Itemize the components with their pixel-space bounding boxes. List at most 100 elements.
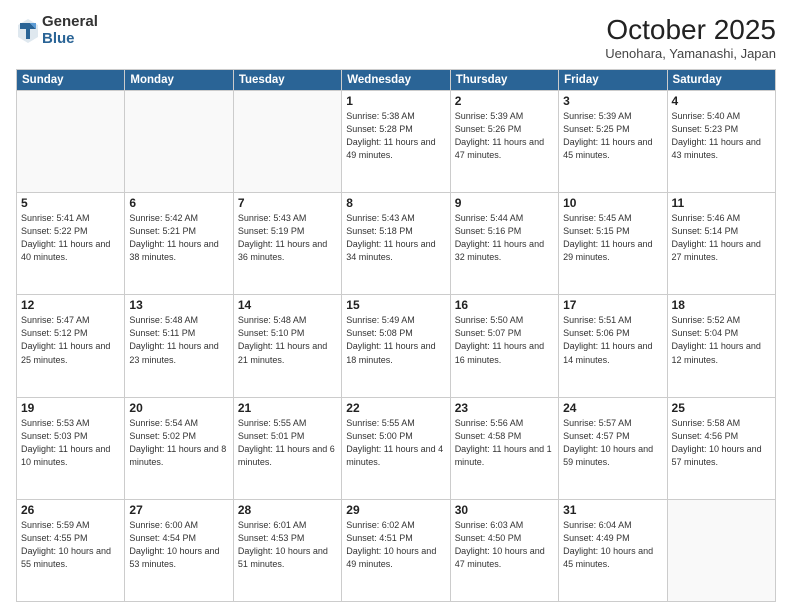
day-info: Sunrise: 5:47 AM Sunset: 5:12 PM Dayligh… — [21, 314, 120, 366]
day-number: 5 — [21, 196, 120, 210]
table-cell: 14 Sunrise: 5:48 AM Sunset: 5:10 PM Dayli… — [233, 295, 341, 397]
day-number: 27 — [129, 503, 228, 517]
table-cell: 27 Sunrise: 6:00 AM Sunset: 4:54 PM Dayli… — [125, 499, 233, 601]
header: General Blue October 2025 Uenohara, Yama… — [16, 14, 776, 61]
day-info: Sunrise: 6:04 AM Sunset: 4:49 PM Dayligh… — [563, 519, 662, 571]
day-info: Sunrise: 6:00 AM Sunset: 4:54 PM Dayligh… — [129, 519, 228, 571]
day-number: 4 — [672, 94, 771, 108]
day-number: 12 — [21, 298, 120, 312]
day-info: Sunrise: 5:55 AM Sunset: 5:00 PM Dayligh… — [346, 417, 445, 469]
header-thursday: Thursday — [450, 70, 558, 91]
day-number: 21 — [238, 401, 337, 415]
day-info: Sunrise: 5:43 AM Sunset: 5:18 PM Dayligh… — [346, 212, 445, 264]
table-cell: 9 Sunrise: 5:44 AM Sunset: 5:16 PM Daylig… — [450, 193, 558, 295]
day-number: 16 — [455, 298, 554, 312]
day-info: Sunrise: 5:58 AM Sunset: 4:56 PM Dayligh… — [672, 417, 771, 469]
day-info: Sunrise: 6:03 AM Sunset: 4:50 PM Dayligh… — [455, 519, 554, 571]
day-number: 31 — [563, 503, 662, 517]
header-wednesday: Wednesday — [342, 70, 450, 91]
day-info: Sunrise: 5:38 AM Sunset: 5:28 PM Dayligh… — [346, 110, 445, 162]
day-info: Sunrise: 5:57 AM Sunset: 4:57 PM Dayligh… — [563, 417, 662, 469]
day-number: 9 — [455, 196, 554, 210]
table-cell: 15 Sunrise: 5:49 AM Sunset: 5:08 PM Dayli… — [342, 295, 450, 397]
table-cell: 12 Sunrise: 5:47 AM Sunset: 5:12 PM Dayli… — [17, 295, 125, 397]
calendar-container: General Blue October 2025 Uenohara, Yama… — [0, 0, 792, 612]
day-number: 14 — [238, 298, 337, 312]
table-cell: 24 Sunrise: 5:57 AM Sunset: 4:57 PM Dayli… — [559, 397, 667, 499]
header-sunday: Sunday — [17, 70, 125, 91]
logo-blue-text: Blue — [42, 31, 98, 48]
day-number: 18 — [672, 298, 771, 312]
day-info: Sunrise: 5:40 AM Sunset: 5:23 PM Dayligh… — [672, 110, 771, 162]
table-cell: 2 Sunrise: 5:39 AM Sunset: 5:26 PM Daylig… — [450, 91, 558, 193]
table-cell: 26 Sunrise: 5:59 AM Sunset: 4:55 PM Dayli… — [17, 499, 125, 601]
week-row-2: 12 Sunrise: 5:47 AM Sunset: 5:12 PM Dayli… — [17, 295, 776, 397]
table-cell: 25 Sunrise: 5:58 AM Sunset: 4:56 PM Dayli… — [667, 397, 775, 499]
day-number: 30 — [455, 503, 554, 517]
logo-icon — [16, 17, 40, 45]
table-cell: 1 Sunrise: 5:38 AM Sunset: 5:28 PM Daylig… — [342, 91, 450, 193]
day-number: 1 — [346, 94, 445, 108]
logo-text: General Blue — [42, 14, 98, 47]
table-cell: 31 Sunrise: 6:04 AM Sunset: 4:49 PM Dayli… — [559, 499, 667, 601]
location: Uenohara, Yamanashi, Japan — [605, 46, 776, 61]
day-info: Sunrise: 5:59 AM Sunset: 4:55 PM Dayligh… — [21, 519, 120, 571]
day-number: 15 — [346, 298, 445, 312]
week-row-0: 1 Sunrise: 5:38 AM Sunset: 5:28 PM Daylig… — [17, 91, 776, 193]
calendar-table: Sunday Monday Tuesday Wednesday Thursday… — [16, 69, 776, 602]
table-cell: 30 Sunrise: 6:03 AM Sunset: 4:50 PM Dayli… — [450, 499, 558, 601]
week-row-3: 19Sunrise: 5:53 AM Sunset: 5:03 PM Dayli… — [17, 397, 776, 499]
day-info: Sunrise: 5:50 AM Sunset: 5:07 PM Dayligh… — [455, 314, 554, 366]
day-info: Sunrise: 5:46 AM Sunset: 5:14 PM Dayligh… — [672, 212, 771, 264]
table-cell: 5 Sunrise: 5:41 AM Sunset: 5:22 PM Daylig… — [17, 193, 125, 295]
table-cell: 13Sunrise: 5:48 AM Sunset: 5:11 PM Dayli… — [125, 295, 233, 397]
day-number: 24 — [563, 401, 662, 415]
table-cell: 8 Sunrise: 5:43 AM Sunset: 5:18 PM Daylig… — [342, 193, 450, 295]
day-number: 22 — [346, 401, 445, 415]
day-number: 23 — [455, 401, 554, 415]
logo: General Blue — [16, 14, 98, 47]
table-cell — [125, 91, 233, 193]
table-cell: 7Sunrise: 5:43 AM Sunset: 5:19 PM Daylig… — [233, 193, 341, 295]
day-info: Sunrise: 5:41 AM Sunset: 5:22 PM Dayligh… — [21, 212, 120, 264]
title-block: October 2025 Uenohara, Yamanashi, Japan — [605, 14, 776, 61]
logo-general-text: General — [42, 14, 98, 31]
day-info: Sunrise: 6:02 AM Sunset: 4:51 PM Dayligh… — [346, 519, 445, 571]
day-number: 8 — [346, 196, 445, 210]
day-number: 26 — [21, 503, 120, 517]
day-info: Sunrise: 5:48 AM Sunset: 5:10 PM Dayligh… — [238, 314, 337, 366]
table-cell: 16 Sunrise: 5:50 AM Sunset: 5:07 PM Dayli… — [450, 295, 558, 397]
table-cell — [667, 499, 775, 601]
day-info: Sunrise: 5:55 AM Sunset: 5:01 PM Dayligh… — [238, 417, 337, 469]
table-cell: 29Sunrise: 6:02 AM Sunset: 4:51 PM Dayli… — [342, 499, 450, 601]
day-number: 11 — [672, 196, 771, 210]
table-cell: 18 Sunrise: 5:52 AM Sunset: 5:04 PM Dayli… — [667, 295, 775, 397]
day-number: 17 — [563, 298, 662, 312]
table-cell: 11 Sunrise: 5:46 AM Sunset: 5:14 PM Dayli… — [667, 193, 775, 295]
table-cell — [17, 91, 125, 193]
day-info: Sunrise: 5:45 AM Sunset: 5:15 PM Dayligh… — [563, 212, 662, 264]
week-row-1: 5 Sunrise: 5:41 AM Sunset: 5:22 PM Daylig… — [17, 193, 776, 295]
day-number: 2 — [455, 94, 554, 108]
day-number: 19 — [21, 401, 120, 415]
day-number: 25 — [672, 401, 771, 415]
day-info: Sunrise: 5:44 AM Sunset: 5:16 PM Dayligh… — [455, 212, 554, 264]
day-info: Sunrise: 5:56 AM Sunset: 4:58 PM Dayligh… — [455, 417, 554, 469]
table-cell: 23 Sunrise: 5:56 AM Sunset: 4:58 PM Dayli… — [450, 397, 558, 499]
weekday-header-row: Sunday Monday Tuesday Wednesday Thursday… — [17, 70, 776, 91]
header-friday: Friday — [559, 70, 667, 91]
header-monday: Monday — [125, 70, 233, 91]
day-number: 6 — [129, 196, 228, 210]
day-info: Sunrise: 5:49 AM Sunset: 5:08 PM Dayligh… — [346, 314, 445, 366]
day-info: Sunrise: 6:01 AM Sunset: 4:53 PM Dayligh… — [238, 519, 337, 571]
header-saturday: Saturday — [667, 70, 775, 91]
day-info: Sunrise: 5:39 AM Sunset: 5:26 PM Dayligh… — [455, 110, 554, 162]
table-cell: 19Sunrise: 5:53 AM Sunset: 5:03 PM Dayli… — [17, 397, 125, 499]
day-number: 10 — [563, 196, 662, 210]
day-number: 20 — [129, 401, 228, 415]
table-cell — [233, 91, 341, 193]
table-cell: 6Sunrise: 5:42 AM Sunset: 5:21 PM Daylig… — [125, 193, 233, 295]
table-cell: 22 Sunrise: 5:55 AM Sunset: 5:00 PM Dayli… — [342, 397, 450, 499]
table-cell: 10 Sunrise: 5:45 AM Sunset: 5:15 PM Dayli… — [559, 193, 667, 295]
day-info: Sunrise: 5:52 AM Sunset: 5:04 PM Dayligh… — [672, 314, 771, 366]
